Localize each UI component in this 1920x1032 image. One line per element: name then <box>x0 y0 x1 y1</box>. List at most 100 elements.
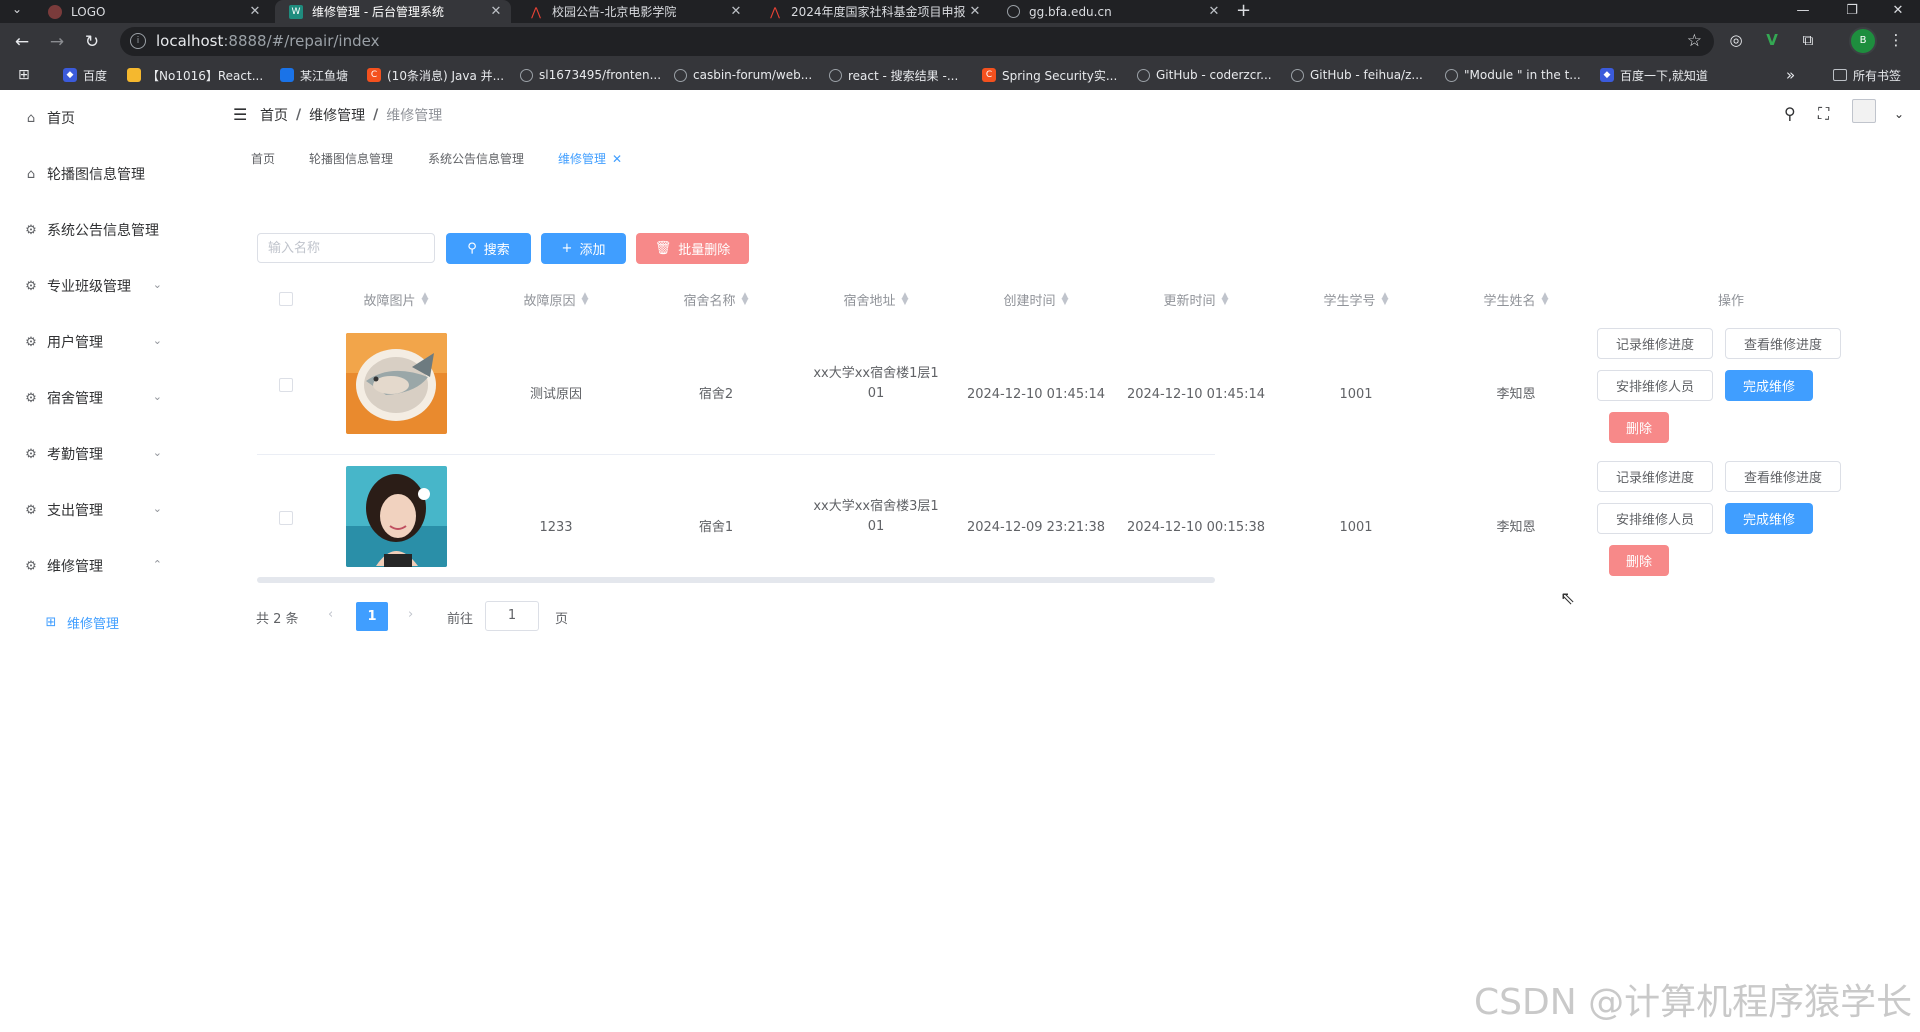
tab-search-chevron-icon[interactable]: ⌄ <box>12 2 22 16</box>
fullscreen-icon[interactable]: ⛶ <box>1818 104 1829 124</box>
search-icon[interactable]: ⚲ <box>1784 104 1796 123</box>
sort-icon[interactable]: ▲ ▼ <box>1222 292 1229 307</box>
close-icon[interactable]: ✕ <box>246 4 264 19</box>
sort-icon[interactable]: ▲ ▼ <box>1062 292 1069 307</box>
bookmark-star-icon[interactable]: ☆ <box>1687 31 1702 51</box>
browser-tab[interactable]: LOGO ✕ <box>34 0 270 23</box>
extensions-icon[interactable]: ⧉ <box>1797 29 1819 51</box>
sidebar-item-notice[interactable]: ⚙ 系统公告信息管理 <box>0 202 216 258</box>
menu-toggle-icon[interactable]: ☰ <box>233 105 247 124</box>
breadcrumb-home[interactable]: 首页 <box>260 105 288 125</box>
bookmark-item[interactable]: 【No1016】React... <box>127 67 263 83</box>
bookmark-item[interactable]: ◆ 百度一下,就知道 <box>1600 67 1708 83</box>
forward-icon[interactable]: → <box>45 30 69 54</box>
sidebar-item-home[interactable]: ⌂ 首页 <box>0 90 216 146</box>
profile-avatar[interactable]: B <box>1849 27 1877 55</box>
sort-icon[interactable]: ▲ ▼ <box>582 292 589 307</box>
fault-image[interactable] <box>346 466 447 567</box>
complete-repair-button[interactable]: 完成维修 <box>1725 370 1813 401</box>
bookmark-item[interactable]: 某江鱼塘 <box>280 67 348 83</box>
sidebar-subitem-repair[interactable]: ⊞ 维修管理 <box>0 594 216 650</box>
row-checkbox[interactable] <box>279 511 293 525</box>
more-menu-icon[interactable]: ⋮ <box>1885 29 1907 51</box>
tag-carousel[interactable]: 轮播图信息管理 <box>309 150 393 167</box>
tag-notice[interactable]: 系统公告信息管理 <box>428 150 524 167</box>
search-button[interactable]: ⚲ 搜索 <box>446 233 531 264</box>
sidebar-item-attendance[interactable]: ⚙ 考勤管理 ⌄ <box>0 426 216 482</box>
bookmark-item[interactable]: C Spring Security实... <box>982 67 1117 83</box>
add-button[interactable]: + 添加 <box>541 233 626 264</box>
row-checkbox[interactable] <box>279 378 293 392</box>
tag-repair-active[interactable]: 维修管理 ✕ <box>558 150 622 167</box>
close-icon[interactable]: ✕ <box>727 4 745 19</box>
close-icon[interactable]: ✕ <box>1205 4 1223 19</box>
prev-page-icon[interactable]: ‹ <box>328 607 333 622</box>
record-progress-button[interactable]: 记录维修进度 <box>1597 328 1713 359</box>
sort-icon[interactable]: ▲ ▼ <box>1382 292 1389 307</box>
next-page-icon[interactable]: › <box>408 607 413 622</box>
tag-home[interactable]: 首页 <box>251 150 275 167</box>
close-window-icon[interactable]: ✕ <box>1878 0 1918 23</box>
bookmark-item[interactable]: GitHub - coderzcr... <box>1137 67 1272 83</box>
complete-repair-button[interactable]: 完成维修 <box>1725 503 1813 534</box>
select-all-checkbox[interactable] <box>279 292 293 306</box>
bookmark-item[interactable]: sl1673495/fronten... <box>520 67 661 83</box>
sidebar-item-carousel[interactable]: ⌂ 轮播图信息管理 <box>0 146 216 202</box>
user-avatar[interactable] <box>1852 99 1876 123</box>
site-info-icon[interactable]: i <box>130 33 146 49</box>
assign-repairer-button[interactable]: 安排维修人员 <box>1597 503 1713 534</box>
page-jump-input[interactable]: 1 <box>485 601 539 631</box>
page-number-active[interactable]: 1 <box>356 602 388 631</box>
view-progress-button[interactable]: 查看维修进度 <box>1725 461 1841 492</box>
browser-tab[interactable]: ⋀ 2024年度国家社科基金项目申报 ✕ <box>754 0 990 23</box>
column-header-created[interactable]: 创建时间 ▲ ▼ <box>956 288 1116 310</box>
column-header-dorm-name[interactable]: 宿舍名称 ▲ ▼ <box>636 288 796 310</box>
sort-icon[interactable]: ▲ ▼ <box>422 292 429 307</box>
bookmark-item[interactable]: GitHub - feihua/z... <box>1291 67 1423 83</box>
column-header-reason[interactable]: 故障原因 ▲ ▼ <box>476 288 636 310</box>
reload-icon[interactable]: ↻ <box>80 30 104 54</box>
delete-button[interactable]: 删除 <box>1609 412 1669 443</box>
delete-button[interactable]: 删除 <box>1609 545 1669 576</box>
restore-icon[interactable]: ❐ <box>1832 0 1872 23</box>
close-icon[interactable]: ✕ <box>612 152 622 166</box>
column-header-dorm-addr[interactable]: 宿舍地址 ▲ ▼ <box>796 288 956 310</box>
all-bookmarks[interactable]: 所有书签 <box>1833 67 1901 83</box>
sidebar-item-dorm[interactable]: ⚙ 宿舍管理 ⌄ <box>0 370 216 426</box>
browser-tab[interactable]: gg.bfa.edu.cn ✕ <box>993 0 1229 23</box>
chevron-down-icon[interactable]: ⌄ <box>1894 107 1904 121</box>
incognito-icon[interactable]: ◎ <box>1725 29 1747 51</box>
browser-tab[interactable]: ⋀ 校园公告-北京电影学院 ✕ <box>515 0 751 23</box>
column-header-student-name[interactable]: 学生姓名 ▲ ▼ <box>1436 288 1596 310</box>
record-progress-button[interactable]: 记录维修进度 <box>1597 461 1713 492</box>
table-horizontal-scrollbar[interactable] <box>257 577 1215 583</box>
close-icon[interactable]: ✕ <box>487 4 505 19</box>
sort-icon[interactable]: ▲ ▼ <box>1542 292 1549 307</box>
browser-tab-active[interactable]: W 维修管理 - 后台管理系统 ✕ <box>275 0 511 23</box>
view-progress-button[interactable]: 查看维修进度 <box>1725 328 1841 359</box>
sort-icon[interactable]: ▲ ▼ <box>742 292 749 307</box>
column-header-updated[interactable]: 更新时间 ▲ ▼ <box>1116 288 1276 310</box>
back-icon[interactable]: ← <box>10 30 34 54</box>
fault-image[interactable] <box>346 333 447 434</box>
sidebar-item-class[interactable]: ⚙ 专业班级管理 ⌄ <box>0 258 216 314</box>
assign-repairer-button[interactable]: 安排维修人员 <box>1597 370 1713 401</box>
sidebar-item-expense[interactable]: ⚙ 支出管理 ⌄ <box>0 482 216 538</box>
close-icon[interactable]: ✕ <box>966 4 984 19</box>
bookmark-item[interactable]: "Module " in the t... <box>1445 67 1581 83</box>
column-header-student-no[interactable]: 学生学号 ▲ ▼ <box>1276 288 1436 310</box>
sort-icon[interactable]: ▲ ▼ <box>902 292 909 307</box>
sidebar-item-repair[interactable]: ⚙ 维修管理 ⌃ <box>0 538 216 594</box>
bookmark-item[interactable]: C (10条消息) Java 并... <box>367 67 504 83</box>
vue-devtools-icon[interactable]: V <box>1761 29 1783 51</box>
address-bar[interactable]: i localhost:8888/#/repair/index ☆ <box>120 27 1714 56</box>
sidebar-item-user[interactable]: ⚙ 用户管理 ⌄ <box>0 314 216 370</box>
column-header-image[interactable]: 故障图片 ▲ ▼ <box>316 288 476 310</box>
bookmark-item[interactable]: react - 搜索结果 -... <box>829 67 958 83</box>
bookmark-item[interactable]: casbin-forum/web... <box>674 67 812 83</box>
search-input[interactable]: 输入名称 <box>257 233 435 263</box>
new-tab-icon[interactable]: + <box>1236 0 1251 22</box>
batch-delete-button[interactable]: 🗑 批量删除 <box>636 233 749 264</box>
apps-grid-icon[interactable]: ⊞ <box>18 67 30 83</box>
more-bookmarks-icon[interactable]: » <box>1786 66 1795 84</box>
